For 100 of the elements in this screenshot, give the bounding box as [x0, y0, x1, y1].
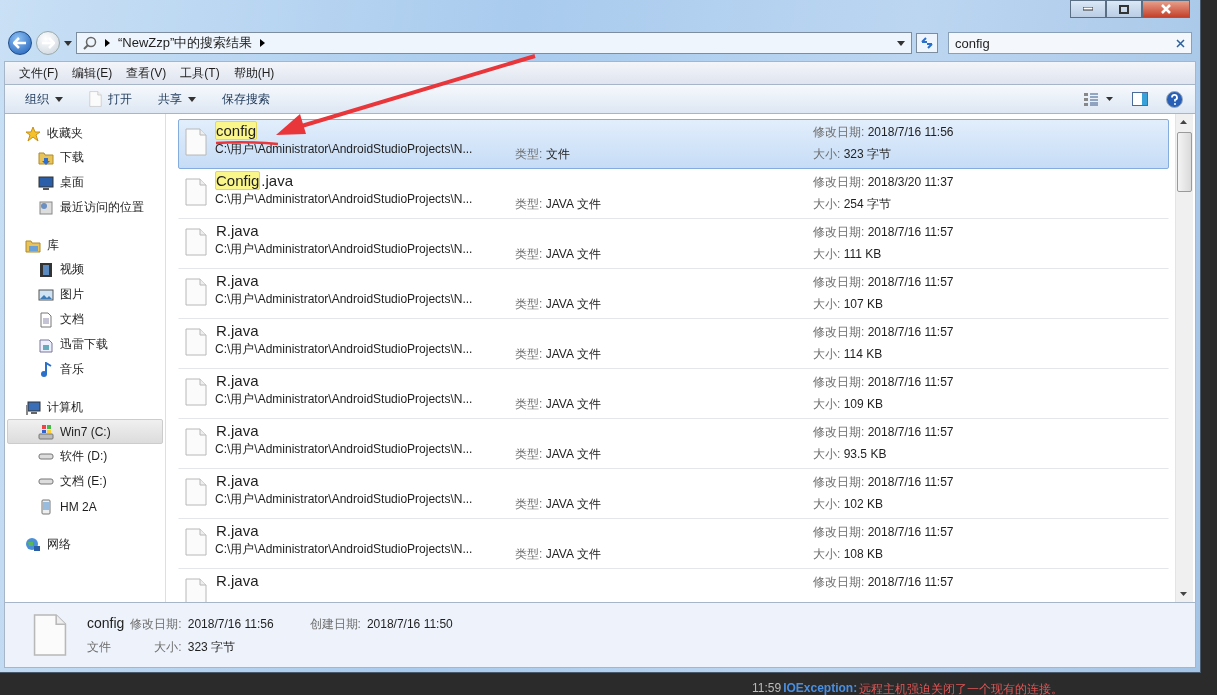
- sidebar-item[interactable]: 最近访问的位置: [7, 195, 163, 220]
- size-label: 大小:: [813, 247, 841, 261]
- details-file-name: config: [87, 614, 125, 631]
- star-icon: [25, 125, 41, 142]
- file-type: JAVA 文件: [545, 447, 601, 461]
- computer-icon: [25, 399, 41, 416]
- sidebar-item[interactable]: 文档 (E:): [7, 469, 163, 494]
- file-size: 114 KB: [843, 347, 883, 361]
- search-field[interactable]: config: [948, 32, 1192, 54]
- result-row[interactable]: R.java C:\用户\Administrator\AndroidStudioProjects\N... 类型: JAVA 文件 修改日期: 2018/7/16 11:57 大小: 102 KB: [178, 469, 1169, 519]
- sidebar-item[interactable]: 下载: [7, 145, 163, 170]
- date-label: 修改日期:: [813, 125, 865, 139]
- date-label: 修改日期:: [813, 475, 865, 489]
- file-size: 109 KB: [843, 397, 884, 411]
- sidebar-item[interactable]: HM 2A: [7, 494, 163, 519]
- result-row[interactable]: R.java C:\用户\Administrator\AndroidStudioProjects\N... 类型: JAVA 文件 修改日期: 2018/7/16 11:57 大小: 114 KB: [178, 319, 1169, 369]
- date-label: 修改日期:: [813, 275, 865, 289]
- result-row[interactable]: R.java C:\用户\Administrator\AndroidStudioProjects\N... 类型: JAVA 文件 修改日期: 2018/7/16 11:57 大小: 107 KB: [178, 269, 1169, 319]
- scroll-down-icon[interactable]: [1180, 592, 1187, 596]
- sidebar-item[interactable]: 音乐: [7, 357, 163, 382]
- console-time: 11:59: [752, 681, 782, 695]
- sidebar-heading[interactable]: 收藏夹: [47, 125, 83, 142]
- sidebar-item[interactable]: 图片: [7, 282, 163, 307]
- menu-item[interactable]: 编辑(E): [66, 62, 119, 84]
- toolbar-button[interactable]: 保存搜索: [214, 87, 278, 111]
- back-button[interactable]: [8, 31, 32, 55]
- drive-icon: [38, 453, 54, 460]
- result-row[interactable]: R.java C:\用户\Administrator\AndroidStudioProjects\N... 类型: JAVA 文件 修改日期: 2018/7/16 11:57 大小: 111 KB: [178, 219, 1169, 269]
- result-row[interactable]: Config.java C:\用户\Administrator\AndroidStudioProjects\N... 类型: JAVA 文件 修改日期: 2018/3/20 11:37 大小: 254 字节: [178, 169, 1169, 219]
- sidebar-item[interactable]: 桌面: [7, 170, 163, 195]
- refresh-button[interactable]: [916, 33, 938, 53]
- menu-item[interactable]: 查看(V): [120, 62, 173, 84]
- picture-icon: [38, 286, 54, 303]
- date-label: 修改日期:: [813, 225, 865, 239]
- file-type: JAVA 文件: [545, 197, 601, 211]
- menu-item[interactable]: 工具(T): [174, 62, 226, 84]
- file-icon: [185, 178, 207, 206]
- sidebar-heading[interactable]: 网络: [47, 536, 71, 553]
- file-icon: [185, 528, 207, 556]
- modified-date: 2018/7/16 11:56: [867, 125, 954, 139]
- help-icon[interactable]: [1166, 90, 1183, 108]
- scrollbar-thumb[interactable]: [1177, 132, 1192, 192]
- file-icon: [185, 428, 207, 456]
- file-icon: [185, 228, 207, 256]
- toolbar-button[interactable]: 共享: [150, 87, 204, 111]
- file-type: JAVA 文件: [545, 297, 601, 311]
- file-path: C:\用户\Administrator\AndroidStudioProjects\N...: [215, 343, 473, 356]
- file-type: JAVA 文件: [545, 397, 601, 411]
- file-path: C:\用户\Administrator\AndroidStudioProjects\N...: [215, 243, 473, 256]
- toolbar-button[interactable]: 打开: [81, 87, 140, 111]
- file-type: JAVA 文件: [545, 497, 601, 511]
- network-globe-icon: [25, 536, 41, 553]
- sidebar-item[interactable]: 迅雷下载: [7, 332, 163, 357]
- sidebar-heading[interactable]: 计算机: [47, 399, 83, 416]
- size-label: 大小:: [153, 638, 182, 656]
- file-size: 107 KB: [843, 297, 884, 311]
- close-button[interactable]: [1142, 0, 1190, 18]
- console-message: 远程主机强迫关闭了一个现有的连接。: [859, 681, 1064, 695]
- date-label: 修改日期:: [813, 575, 865, 589]
- preview-pane-icon[interactable]: [1132, 92, 1148, 106]
- sidebar-item[interactable]: 文档: [7, 307, 163, 332]
- sidebar-item[interactable]: 视频: [7, 257, 163, 282]
- menu-item[interactable]: 帮助(H): [227, 62, 281, 84]
- result-row[interactable]: R.java C:\用户\Administrator\AndroidStudioProjects\N... 类型: JAVA 文件 修改日期: 2018/7/16 11:57 大小: 109 KB: [178, 369, 1169, 419]
- modified-date: 2018/7/16 11:57: [867, 225, 954, 239]
- view-options-icon[interactable]: [1084, 92, 1114, 106]
- file-path: C:\用户\Administrator\AndroidStudioProjects\N...: [215, 143, 473, 156]
- menu-item[interactable]: 文件(F): [13, 62, 65, 84]
- file-type: 文件: [545, 147, 570, 161]
- modified-date: 2018/7/16 11:57: [867, 425, 954, 439]
- scrollbar[interactable]: [1175, 114, 1193, 602]
- modified-date: 2018/3/20 11:37: [867, 175, 954, 189]
- address-bar[interactable]: “NewZzp”中的搜索结果: [76, 32, 912, 54]
- file-type: JAVA 文件: [545, 547, 601, 561]
- result-row[interactable]: R.java C:\用户\Administrator\AndroidStudioProjects\N... 类型: JAVA 文件 修改日期: 2018/7/16 11:57 大小: 93.5 KB: [178, 419, 1169, 469]
- result-row[interactable]: R.java C:\用户\Administrator\AndroidStudioProjects\N... 类型: JAVA 文件 修改日期: 2018/7/16 11:57 大小: 108 KB: [178, 519, 1169, 569]
- result-row[interactable]: config C:\用户\Administrator\AndroidStudioProjects\N... 类型: 文件 修改日期: 2018/7/16 11:56 大小: 323 字节: [178, 119, 1169, 169]
- chevron-icon: [260, 39, 266, 47]
- maximize-button[interactable]: [1106, 0, 1142, 18]
- document-icon: [38, 311, 54, 328]
- file-icon: [89, 91, 102, 107]
- sidebar-heading[interactable]: 库: [47, 237, 59, 254]
- details-file-type: 文件: [87, 638, 112, 656]
- file-path: C:\用户\Administrator\AndroidStudioProjects\N...: [215, 443, 473, 456]
- file-path: C:\用户\Administrator\AndroidStudioProjects\N...: [215, 193, 473, 206]
- breadcrumb[interactable]: “NewZzp”中的搜索结果: [118, 34, 253, 52]
- sidebar-item[interactable]: 软件 (D:): [7, 444, 163, 469]
- library-folder-icon: [25, 237, 41, 254]
- sidebar-item[interactable]: Win7 (C:): [7, 419, 163, 444]
- file-type: JAVA 文件: [545, 247, 601, 261]
- size-label: 大小:: [813, 497, 841, 511]
- file-name: config: [215, 123, 258, 139]
- toolbar-button[interactable]: 组织: [17, 87, 71, 111]
- type-label: 类型:: [515, 247, 543, 261]
- scroll-up-icon[interactable]: [1180, 120, 1187, 124]
- file-name: R.java: [215, 223, 260, 239]
- clear-icon[interactable]: [1176, 38, 1185, 48]
- minimize-button[interactable]: [1070, 0, 1106, 18]
- size-label: 大小:: [813, 447, 841, 461]
- file-path: C:\用户\Administrator\AndroidStudioProjects\N...: [215, 493, 473, 506]
